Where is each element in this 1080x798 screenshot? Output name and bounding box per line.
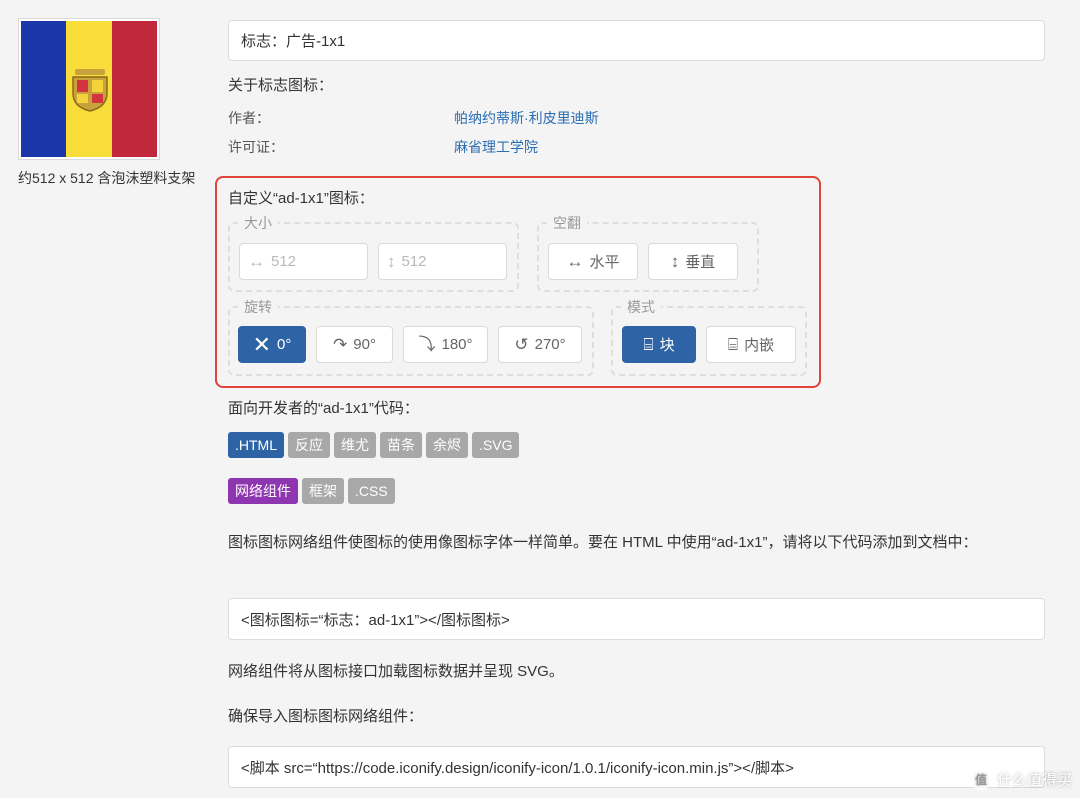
code-snippet-field[interactable]: <图标图标=“标志：ad-1x1”></图标图标> xyxy=(228,598,1045,640)
vertical-flip-icon: ↕ xyxy=(670,252,680,271)
tab-react[interactable]: 反应 xyxy=(288,432,330,458)
import-snippet-field[interactable]: <脚本 src=“https://code.iconify.design/ico… xyxy=(228,746,1045,788)
vertical-arrow-icon: ↕ xyxy=(387,252,396,271)
coat-of-arms-icon xyxy=(72,69,109,112)
code-tabs-row1: .HTML 反应 维尤 苗条 余烬 .SVG xyxy=(228,432,520,458)
customize-heading: 自定义“ad-1x1”图标： xyxy=(228,190,374,207)
rotate-270-icon: ↺ xyxy=(514,335,529,354)
rotate-0-label: 0° xyxy=(277,336,292,353)
mode-block-label: 块 xyxy=(659,337,675,354)
rotate-270-button[interactable]: ↺ 270° xyxy=(498,326,582,363)
tab-html[interactable]: .HTML xyxy=(228,432,284,458)
tab-svelte[interactable]: 苗条 xyxy=(380,432,422,458)
mode-legend: 模式 xyxy=(621,297,661,317)
width-input-placeholder: 512 xyxy=(271,253,297,270)
watermark-text: 什么值得买 xyxy=(996,772,1072,789)
import-heading: 确保导入图标图标网络组件： xyxy=(228,708,424,725)
height-input-placeholder: 512 xyxy=(401,253,427,270)
rotate-270-label: 270° xyxy=(534,336,566,353)
flip-legend: 空翻 xyxy=(547,213,587,233)
height-input[interactable]: ↕ 512 xyxy=(378,243,507,280)
flip-vertical-label: 垂直 xyxy=(685,254,716,271)
size-caption: 约512 x 512 含泡沫塑料支架 xyxy=(18,170,196,186)
watermark-logo-icon: 值 xyxy=(970,769,991,790)
code-tabs-row2: 网络组件 框架 .CSS xyxy=(228,478,395,504)
block-mode-icon: ⌸ xyxy=(643,335,654,354)
license-label: 许可证： xyxy=(228,139,284,155)
rotate-180-icon: ⤵ xyxy=(418,335,436,354)
web-component-description: 图标图标网络组件使图标的使用像图标字体一样简单。要在 HTML 中使用“ad-1… xyxy=(228,534,978,551)
author-label: 作者： xyxy=(228,110,270,126)
horizontal-arrow-icon: ↔ xyxy=(248,252,265,271)
andorra-flag-image xyxy=(21,21,157,157)
mode-block-button[interactable]: ⌸ 块 xyxy=(622,326,696,363)
web-component-note: 网络组件将从图标接口加载图标数据并呈现 SVG。 xyxy=(228,663,564,680)
cross-icon: ✕ xyxy=(252,331,272,357)
width-input[interactable]: ↔ 512 xyxy=(239,243,368,280)
rotate-180-label: 180° xyxy=(441,336,473,353)
rotate-legend: 旋转 xyxy=(238,297,278,317)
tab-ember[interactable]: 余烬 xyxy=(426,432,468,458)
flip-vertical-button[interactable]: ↕ 垂直 xyxy=(648,243,738,280)
subtab-css[interactable]: .CSS xyxy=(348,478,395,504)
rotate-90-label: 90° xyxy=(353,336,376,353)
mode-inline-label: 内嵌 xyxy=(744,337,775,354)
rotate-90-icon: ↷ xyxy=(333,335,348,354)
icon-preview xyxy=(18,18,160,160)
flip-horizontal-button[interactable]: ↔ 水平 xyxy=(548,243,638,280)
tab-svg[interactable]: .SVG xyxy=(472,432,520,458)
developer-heading: 面向开发者的“ad-1x1”代码： xyxy=(228,400,419,417)
flip-horizontal-label: 水平 xyxy=(589,254,620,271)
inline-mode-icon: ⌸ xyxy=(727,335,739,354)
license-link[interactable]: 麻省理工学院 xyxy=(454,137,538,157)
rotate-0-button[interactable]: ✕ 0° xyxy=(238,326,306,363)
rotate-90-button[interactable]: ↷ 90° xyxy=(316,326,393,363)
rotate-180-button[interactable]: ⤵ 180° xyxy=(403,326,488,363)
about-heading: 关于标志图标： xyxy=(228,77,334,94)
horizontal-flip-icon: ↔ xyxy=(566,252,584,271)
site-watermark: 值 什么值得买 xyxy=(970,769,1072,790)
author-link[interactable]: 帕纳约蒂斯·利皮里迪斯 xyxy=(454,108,599,128)
subtab-iframe[interactable]: 框架 xyxy=(302,478,344,504)
tab-vue[interactable]: 维尤 xyxy=(334,432,376,458)
size-legend: 大小 xyxy=(238,213,278,233)
icon-name-field[interactable]: 标志：广告-1x1 xyxy=(228,20,1045,61)
mode-inline-button[interactable]: ⌸ 内嵌 xyxy=(706,326,796,363)
subtab-web-component[interactable]: 网络组件 xyxy=(228,478,298,504)
